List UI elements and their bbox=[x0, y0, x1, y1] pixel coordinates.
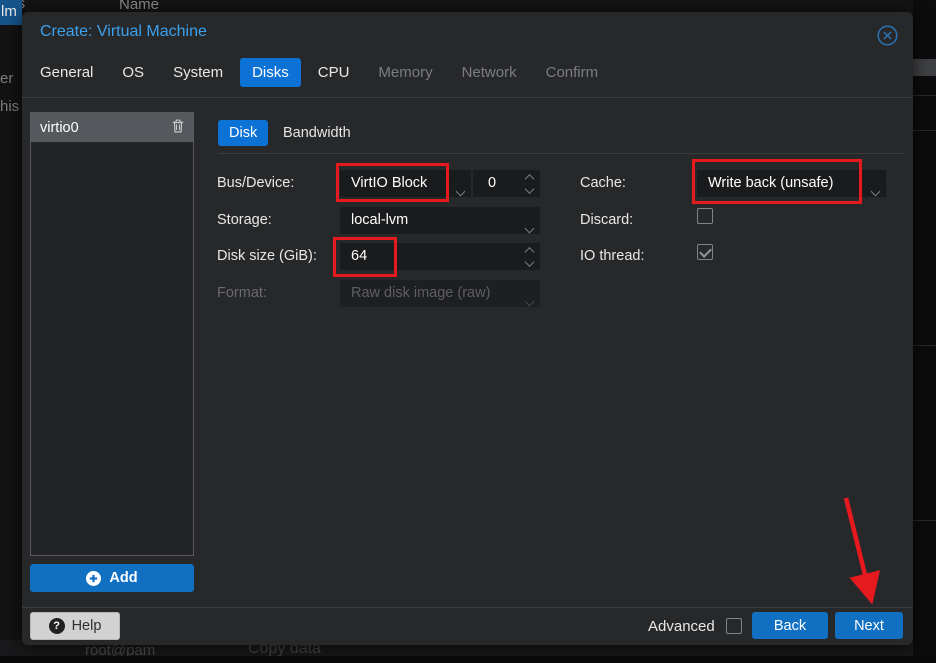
io-thread-checkbox[interactable] bbox=[697, 244, 713, 260]
format-combo: Raw disk image (raw) bbox=[340, 280, 540, 307]
io-thread-label: IO thread: bbox=[580, 248, 644, 264]
back-button[interactable]: Back bbox=[752, 612, 828, 639]
bg-tree-selected-row: lm bbox=[0, 0, 22, 25]
cache-value: Write back (unsafe) bbox=[708, 175, 833, 191]
storage-value: local-lvm bbox=[351, 212, 408, 228]
bus-device-label: Bus/Device: bbox=[217, 175, 294, 191]
tab-confirm: Confirm bbox=[546, 64, 599, 81]
help-button-label: Help bbox=[72, 618, 102, 634]
tab-system[interactable]: System bbox=[173, 64, 223, 81]
disk-size-label: Disk size (GiB): bbox=[217, 248, 317, 264]
tab-general[interactable]: General bbox=[40, 64, 93, 81]
trash-icon[interactable] bbox=[172, 119, 184, 137]
tab-disks[interactable]: Disks bbox=[240, 58, 301, 87]
storage-label: Storage: bbox=[217, 212, 272, 228]
tab-network: Network bbox=[462, 64, 517, 81]
bus-device-number-value: 0 bbox=[488, 175, 496, 191]
next-button[interactable]: Next bbox=[835, 612, 903, 639]
question-circle-icon: ? bbox=[49, 618, 65, 634]
format-value: Raw disk image (raw) bbox=[351, 285, 490, 301]
chevron-down-icon[interactable] bbox=[526, 215, 533, 234]
chevron-down-icon[interactable] bbox=[457, 178, 464, 197]
help-button[interactable]: ? Help bbox=[30, 612, 120, 640]
wizard-tab-bar: General OS System Disks CPU Memory Netwo… bbox=[40, 64, 598, 81]
advanced-label: Advanced bbox=[648, 618, 715, 635]
discard-checkbox[interactable] bbox=[697, 208, 713, 224]
bg-tree-fragment: his bbox=[0, 98, 19, 115]
bg-right-column bbox=[913, 0, 936, 663]
subtab-disk[interactable]: Disk bbox=[218, 120, 268, 146]
format-label: Format: bbox=[217, 285, 267, 301]
advanced-checkbox[interactable] bbox=[726, 618, 742, 634]
add-button[interactable]: Add bbox=[30, 564, 194, 592]
chevron-down-icon bbox=[526, 288, 533, 307]
storage-combo[interactable]: local-lvm bbox=[340, 207, 540, 234]
cache-combo[interactable]: Write back (unsafe) bbox=[697, 170, 886, 197]
cache-label: Cache: bbox=[580, 175, 626, 191]
create-vm-dialog: Create: Virtual Machine General OS Syste… bbox=[22, 12, 913, 645]
add-button-label: Add bbox=[109, 570, 137, 586]
bg-grid-header-strip bbox=[913, 59, 936, 76]
disk-size-field[interactable]: 64 bbox=[340, 243, 540, 270]
spinner-icon[interactable] bbox=[526, 175, 533, 192]
disk-list-item-virtio0[interactable]: virtio0 bbox=[31, 113, 193, 142]
close-icon[interactable] bbox=[877, 25, 898, 46]
tab-memory: Memory bbox=[378, 64, 432, 81]
dialog-title: Create: Virtual Machine bbox=[40, 23, 207, 41]
bg-tree-fragment: lm bbox=[1, 3, 17, 20]
bus-device-combo[interactable]: VirtIO Block bbox=[340, 170, 471, 197]
subtab-bandwidth[interactable]: Bandwidth bbox=[283, 125, 351, 141]
bg-bottom-strip bbox=[0, 656, 936, 663]
tab-cpu[interactable]: CPU bbox=[318, 64, 350, 81]
header-divider bbox=[22, 97, 913, 98]
tab-os[interactable]: OS bbox=[122, 64, 144, 81]
bus-device-value: VirtIO Block bbox=[351, 175, 427, 191]
discard-label: Discard: bbox=[580, 212, 633, 228]
spinner-icon[interactable] bbox=[526, 248, 533, 265]
footer-divider bbox=[22, 607, 913, 608]
bus-device-number-field[interactable]: 0 bbox=[473, 170, 540, 197]
chevron-down-icon[interactable] bbox=[872, 178, 879, 197]
subtab-divider bbox=[218, 153, 905, 154]
disk-size-value: 64 bbox=[351, 248, 367, 264]
disk-list-panel: virtio0 bbox=[30, 112, 194, 556]
bg-tree-fragment: er bbox=[0, 70, 13, 87]
plus-circle-icon bbox=[86, 571, 101, 586]
disk-item-label: virtio0 bbox=[40, 120, 79, 136]
